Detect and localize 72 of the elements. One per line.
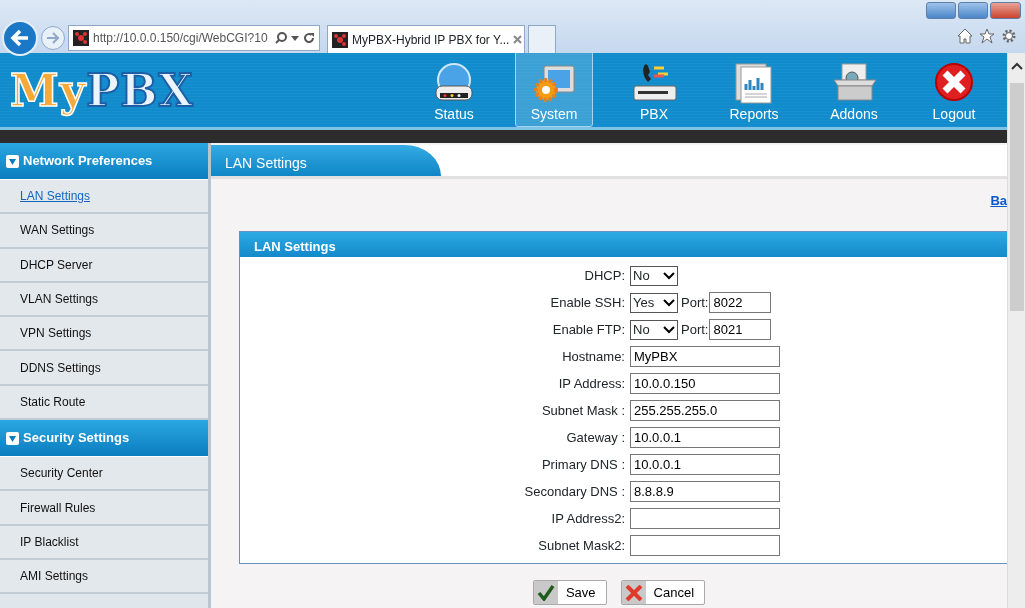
address-bar[interactable]: http://10.0.0.150/cgi/WebCGI?10 (68, 25, 320, 51)
save-button[interactable]: Save (532, 580, 607, 605)
site-favicon-icon (332, 31, 348, 48)
text-field[interactable]: 8.8.8.9 (630, 481, 780, 502)
sidebar-item[interactable]: VPN Settings (0, 317, 208, 352)
field-label: Gateway : (565, 428, 626, 447)
x-mark-icon (624, 584, 643, 601)
nav-tab[interactable]: Status (415, 50, 493, 127)
field-label: Subnet Mask2: (537, 536, 626, 555)
sidebar-item[interactable]: IP Blacklist (0, 525, 208, 560)
nav-tab[interactable]: PBX (615, 50, 693, 127)
cancel-button[interactable]: Cancel (620, 580, 706, 605)
settings-icon[interactable] (1001, 28, 1017, 44)
close-icon[interactable] (513, 35, 523, 44)
field-label: Subnet Mask : (540, 401, 626, 420)
scroll-up-icon[interactable] (1011, 62, 1023, 70)
port-label: Port: (680, 320, 710, 339)
dropdown-select[interactable]: No (630, 265, 678, 286)
sidebar-item[interactable]: AMI Settings (0, 559, 208, 595)
field-label: Primary DNS : (540, 455, 626, 474)
caret-icon (663, 325, 675, 334)
address-url: http://10.0.0.150/cgi/WebCGI?10 (93, 30, 269, 47)
panel-title: LAN Settings (240, 232, 1007, 257)
field-label: Enable SSH: (549, 293, 626, 312)
field-label: DHCP: (583, 266, 626, 285)
scrollbar[interactable] (1007, 53, 1025, 608)
back-button[interactable] (2, 20, 38, 56)
field-label: Secondary DNS : (523, 482, 626, 501)
back-arrow-icon (10, 29, 30, 47)
nav-tab[interactable]: Addons (815, 50, 893, 127)
checkmark-icon (536, 584, 555, 601)
browser-tab[interactable]: MyPBX-Hybrid IP PBX for Y... (327, 25, 525, 53)
sidebar-item[interactable]: VLAN Settings (0, 282, 208, 318)
sidebar-item[interactable]: DDNS Settings (0, 351, 208, 386)
close-button[interactable] (990, 2, 1021, 19)
nav-tab[interactable]: Reports (715, 50, 793, 127)
dropdown-select[interactable]: No (630, 319, 678, 340)
sidebar-item[interactable]: Security Center (0, 457, 208, 492)
port-field[interactable]: 8022 (709, 292, 772, 313)
caret-icon[interactable] (291, 35, 299, 41)
text-field[interactable]: 10.0.0.1 (630, 454, 780, 475)
phone-device-icon (630, 62, 678, 104)
text-field[interactable] (630, 508, 780, 529)
sidebar-item[interactable]: LAN Settings (0, 180, 208, 215)
field-label: Hostname: (561, 347, 626, 366)
text-field[interactable]: MyPBX (630, 346, 780, 367)
text-field[interactable]: 10.0.0.150 (630, 373, 780, 394)
port-label: Port: (680, 293, 710, 312)
scrollbar-thumb[interactable] (1010, 83, 1024, 311)
open-box-icon (830, 62, 878, 104)
back-link[interactable]: Ba (990, 191, 1007, 211)
nav-tab[interactable]: Logout (915, 50, 993, 127)
field-label: Enable FTP: (551, 320, 626, 339)
field-label: IP Address2: (550, 509, 626, 528)
sidebar-item[interactable]: Static Route (0, 385, 208, 421)
sidebar-item[interactable]: Firewall Rules (0, 491, 208, 526)
field-label: IP Address: (557, 374, 626, 393)
home-icon[interactable] (957, 28, 973, 44)
dropdown-select[interactable]: Yes (630, 292, 678, 313)
text-field[interactable] (630, 535, 780, 556)
search-icon[interactable] (275, 32, 287, 44)
text-field[interactable]: 10.0.0.1 (630, 427, 780, 448)
site-favicon-icon (73, 30, 89, 46)
sidebar-item[interactable]: WAN Settings (0, 214, 208, 249)
caret-icon (663, 271, 675, 280)
forward-arrow-icon (46, 32, 60, 44)
star-icon[interactable] (979, 28, 995, 44)
text-field[interactable]: 255.255.255.0 (630, 400, 780, 421)
sidebar-item[interactable]: DHCP Server (0, 248, 208, 283)
refresh-icon[interactable] (303, 32, 315, 44)
port-field[interactable]: 8021 (709, 319, 772, 340)
caret-icon (663, 298, 675, 307)
